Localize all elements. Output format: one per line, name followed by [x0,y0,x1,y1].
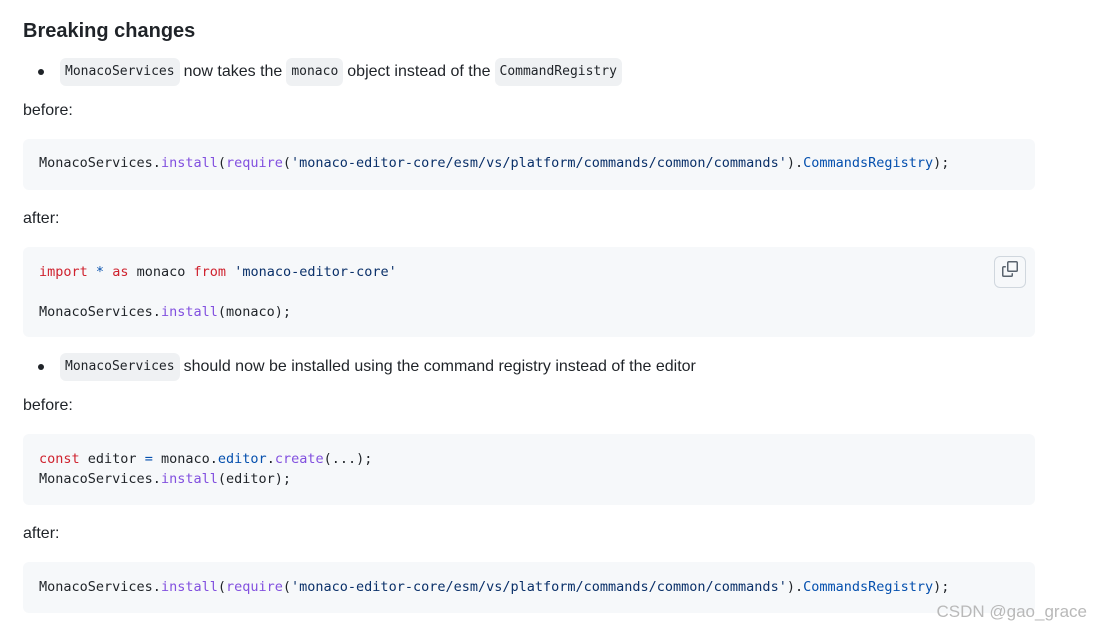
code-line: MonacoServices.install(require('monaco-e… [39,155,950,171]
code-block: const editor = monaco.editor.create(...)… [23,434,1035,505]
code-block: import * as monaco from 'monaco-editor-c… [23,247,1035,337]
code-block: MonacoServices.install(require('monaco-e… [23,139,1035,190]
list-item: MonacoServices now takes the monaco obje… [23,58,626,86]
watermark: CSDN @gao_grace [936,602,1088,621]
code-line: MonacoServices.install(editor); [39,471,291,487]
code-line: MonacoServices.install(monaco); [39,304,291,320]
code-line: import * as monaco from 'monaco-editor-c… [39,264,397,280]
paragraph-before: before: [23,102,73,119]
inline-code: MonacoServices [60,353,180,381]
copy-icon [1002,261,1018,283]
list-item-text: object instead of the [347,63,491,80]
section-heading: Breaking changes [23,20,196,42]
bullet-icon [38,364,44,370]
paragraph-after: after: [23,525,60,542]
code-line: const editor = monaco.editor.create(...)… [39,451,373,467]
list-item-text: now takes the [183,63,283,80]
list-item-text: should now be installed using the comman… [183,358,696,375]
code-line: MonacoServices.install(require('monaco-e… [39,579,950,595]
list-item: MonacoServices should now be installed u… [23,353,696,381]
paragraph-before: before: [23,397,73,414]
copy-button[interactable] [994,256,1026,288]
inline-code: CommandRegistry [494,58,622,86]
bullet-icon [38,69,44,75]
inline-code: MonacoServices [60,58,180,86]
code-block: MonacoServices.install(require('monaco-e… [23,562,1035,613]
inline-code: monaco [286,58,344,86]
paragraph-after: after: [23,210,60,227]
